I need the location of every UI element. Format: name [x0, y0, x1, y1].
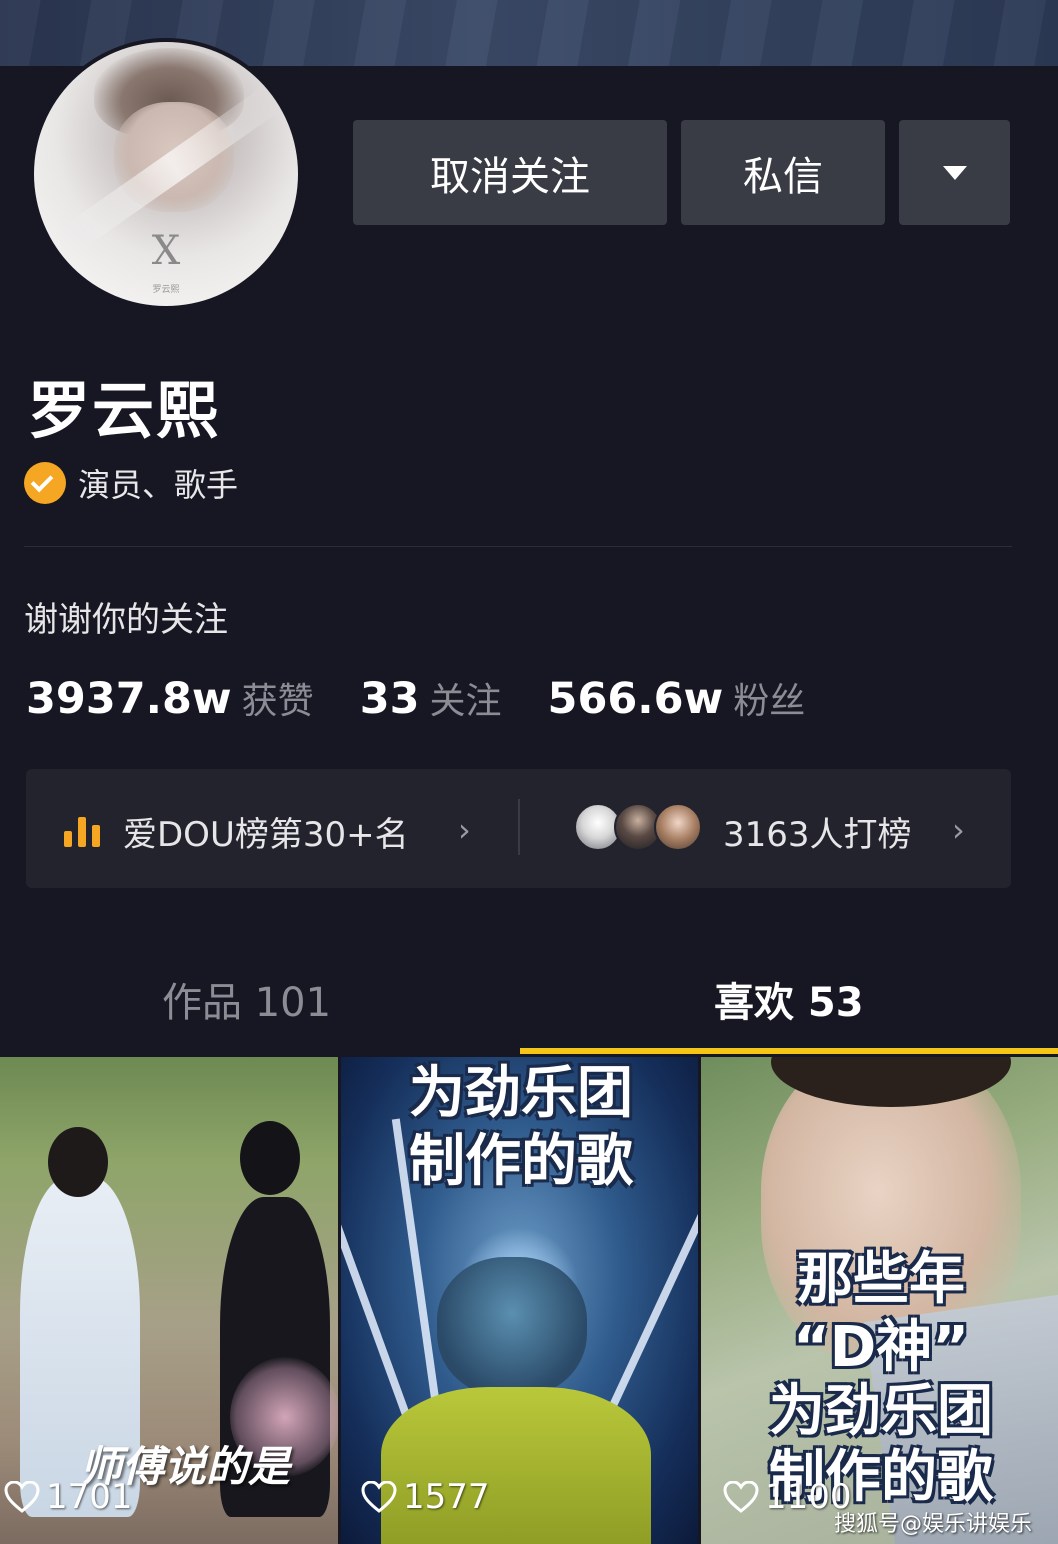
supporters-text[interactable]: 3163人打榜 [723, 807, 912, 856]
heart-icon [723, 1481, 759, 1513]
tab-likes[interactable]: 喜欢 53 [714, 970, 864, 1028]
active-tab-indicator [520, 1048, 1058, 1054]
video-likes: 1577 [361, 1477, 490, 1517]
unfollow-label: 取消关注 [430, 153, 590, 200]
video-overlay-text: 制作的歌 [409, 1129, 633, 1194]
ranking-text[interactable]: 爱DOU榜第30+名 [123, 807, 409, 856]
more-options-button[interactable] [899, 120, 1010, 225]
figure-head [240, 1121, 300, 1195]
chevron-right-icon[interactable]: › [458, 811, 471, 849]
avatar-logo-x: X [151, 228, 181, 274]
video-likes: 1701 [4, 1477, 133, 1517]
video-grid: 师傅说的是 1701 为劲乐团 制作的歌 1577 那些年 “D神” 为劲乐团 … [0, 1057, 1058, 1544]
unfollow-button[interactable]: 取消关注 [353, 120, 667, 225]
message-label: 私信 [743, 153, 823, 200]
supporter-avatars [574, 803, 702, 853]
video-thumbnail[interactable]: 为劲乐团 制作的歌 1577 [341, 1057, 698, 1544]
message-button[interactable]: 私信 [681, 120, 885, 225]
bar-chart-icon [64, 811, 104, 847]
ranking-separator [518, 799, 520, 855]
verification-text: 演员、歌手 [78, 466, 239, 504]
avatar-photo: X 罗云熙 [34, 42, 298, 306]
likes-count-text: 1701 [46, 1477, 133, 1517]
performer-body [381, 1387, 651, 1544]
verified-badge-icon [24, 462, 66, 504]
caret-down-icon [942, 165, 967, 180]
profile-bio: 谢谢你的关注 [24, 600, 228, 640]
tab-works[interactable]: 作品 101 [162, 970, 331, 1028]
video-likes: 1100 [723, 1477, 852, 1517]
avatar[interactable]: X 罗云熙 [30, 38, 302, 310]
likes-label[interactable]: 获赞 [242, 672, 314, 724]
video-overlay-text: 为劲乐团 [769, 1379, 993, 1444]
profile-name: 罗云熙 [28, 374, 221, 447]
video-thumbnail[interactable]: 师傅说的是 1701 [0, 1057, 338, 1544]
followers-label[interactable]: 粉丝 [733, 672, 805, 724]
heart-icon [361, 1481, 397, 1513]
divider [24, 546, 1012, 547]
figure-head [48, 1127, 108, 1197]
performer-head [437, 1257, 587, 1397]
ranking-bar: 爱DOU榜第30+名 › 3163人打榜 › [26, 769, 1011, 888]
video-overlay-text: “D神” [792, 1315, 970, 1380]
video-overlay-text: 那些年 [797, 1247, 965, 1312]
followers-count[interactable]: 566.6w [548, 674, 724, 724]
likes-count-text: 1577 [403, 1477, 490, 1517]
following-count[interactable]: 33 [360, 674, 420, 724]
chevron-right-icon[interactable]: › [952, 811, 965, 849]
heart-icon [4, 1481, 40, 1513]
video-overlay-text: 为劲乐团 [409, 1061, 633, 1126]
verification-row: 演员、歌手 [24, 460, 238, 506]
following-label[interactable]: 关注 [430, 672, 502, 724]
video-thumbnail[interactable]: 那些年 “D神” 为劲乐团 制作的歌 1100 [701, 1057, 1058, 1544]
watermark: 搜狐号@娱乐讲娱乐 [833, 1512, 1032, 1537]
avatar-caption: 罗云熙 [152, 285, 180, 295]
likes-count[interactable]: 3937.8w [26, 674, 232, 724]
stats-row: 3937.8w 获赞 33 关注 566.6w 粉丝 [26, 672, 851, 724]
supporter-avatar [654, 803, 702, 851]
